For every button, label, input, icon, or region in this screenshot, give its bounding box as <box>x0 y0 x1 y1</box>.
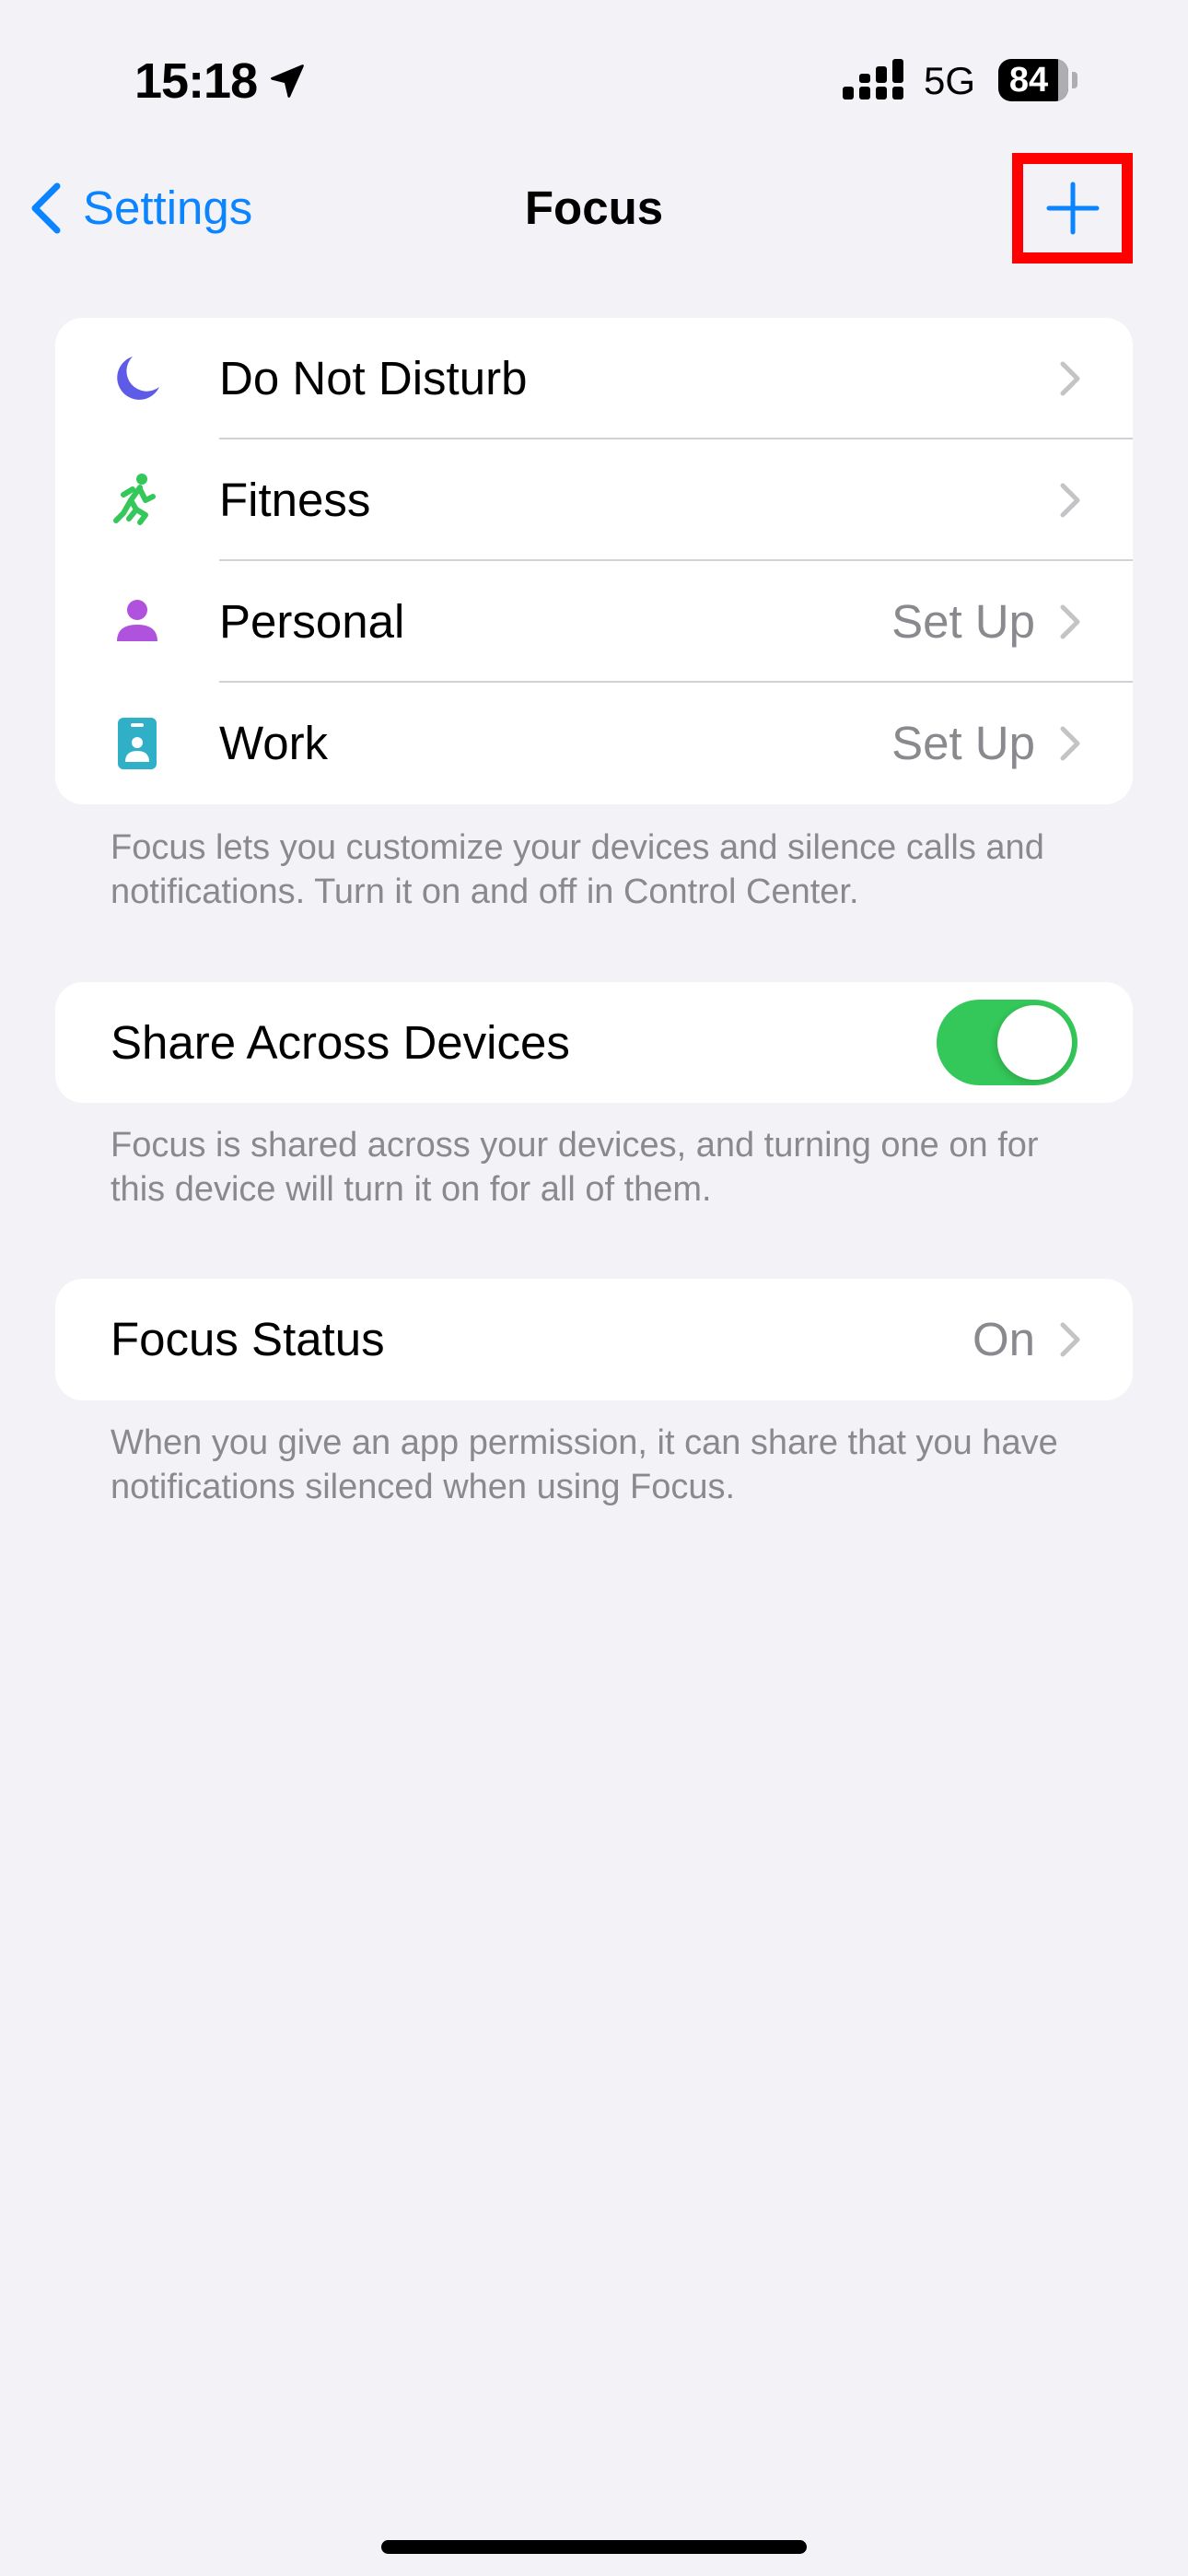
chevron-right-icon <box>1060 1322 1080 1357</box>
plus-icon <box>1046 181 1099 235</box>
focus-status-label: Focus Status <box>111 1313 385 1365</box>
focus-modes-footer: Focus lets you customize your devices an… <box>111 828 1044 911</box>
focus-status-row[interactable]: Focus Status On <box>55 1279 1133 1400</box>
list-item-work[interactable]: Work Set Up <box>55 683 1133 804</box>
battery-percent: 84 <box>1008 61 1049 100</box>
cellular-signal-icon <box>843 59 903 100</box>
network-type: 5G <box>924 59 976 102</box>
toggle-knob <box>997 1005 1072 1080</box>
person-icon <box>112 597 162 647</box>
share-across-devices-row: Share Across Devices <box>55 982 1133 1103</box>
id-badge-icon <box>112 718 162 769</box>
list-item-do-not-disturb[interactable]: Do Not Disturb <box>55 318 1133 439</box>
item-value: Set Up <box>891 595 1035 648</box>
page-title: Focus <box>524 181 664 234</box>
home-indicator[interactable] <box>381 2540 807 2554</box>
battery-nub <box>1072 72 1077 88</box>
share-across-devices-label: Share Across Devices <box>111 1015 570 1069</box>
share-across-devices-footer: Focus is shared across your devices, and… <box>111 1126 1039 1209</box>
focus-status-card: Focus Status On <box>55 1279 1133 1400</box>
chevron-right-icon <box>1060 604 1080 639</box>
status-time: 15:18 <box>134 53 258 109</box>
item-label: Fitness <box>219 474 371 526</box>
chevron-right-icon <box>1060 483 1080 518</box>
focus-status-value: On <box>972 1313 1035 1365</box>
moon-icon <box>112 354 162 404</box>
chevron-right-icon <box>1060 361 1080 396</box>
location-arrow-icon <box>271 64 304 98</box>
running-figure-icon <box>112 474 162 525</box>
chevron-right-icon <box>1060 726 1080 761</box>
share-across-devices-toggle[interactable] <box>937 1000 1077 1085</box>
focus-modes-list: Do Not Disturb Fitness Personal Set Up W… <box>55 318 1133 804</box>
battery-icon: 84 <box>998 59 1068 101</box>
focus-status-footer: When you give an app permission, it can … <box>111 1423 1058 1506</box>
item-label: Do Not Disturb <box>219 352 528 404</box>
list-item-fitness[interactable]: Fitness <box>55 439 1133 561</box>
add-focus-button[interactable] <box>1012 153 1133 263</box>
item-value: Set Up <box>891 717 1035 769</box>
battery-empty-portion <box>1058 59 1068 101</box>
list-item-personal[interactable]: Personal Set Up <box>55 561 1133 683</box>
item-label: Work <box>219 717 329 769</box>
share-across-devices-card: Share Across Devices <box>55 982 1133 1103</box>
item-label: Personal <box>219 595 405 648</box>
